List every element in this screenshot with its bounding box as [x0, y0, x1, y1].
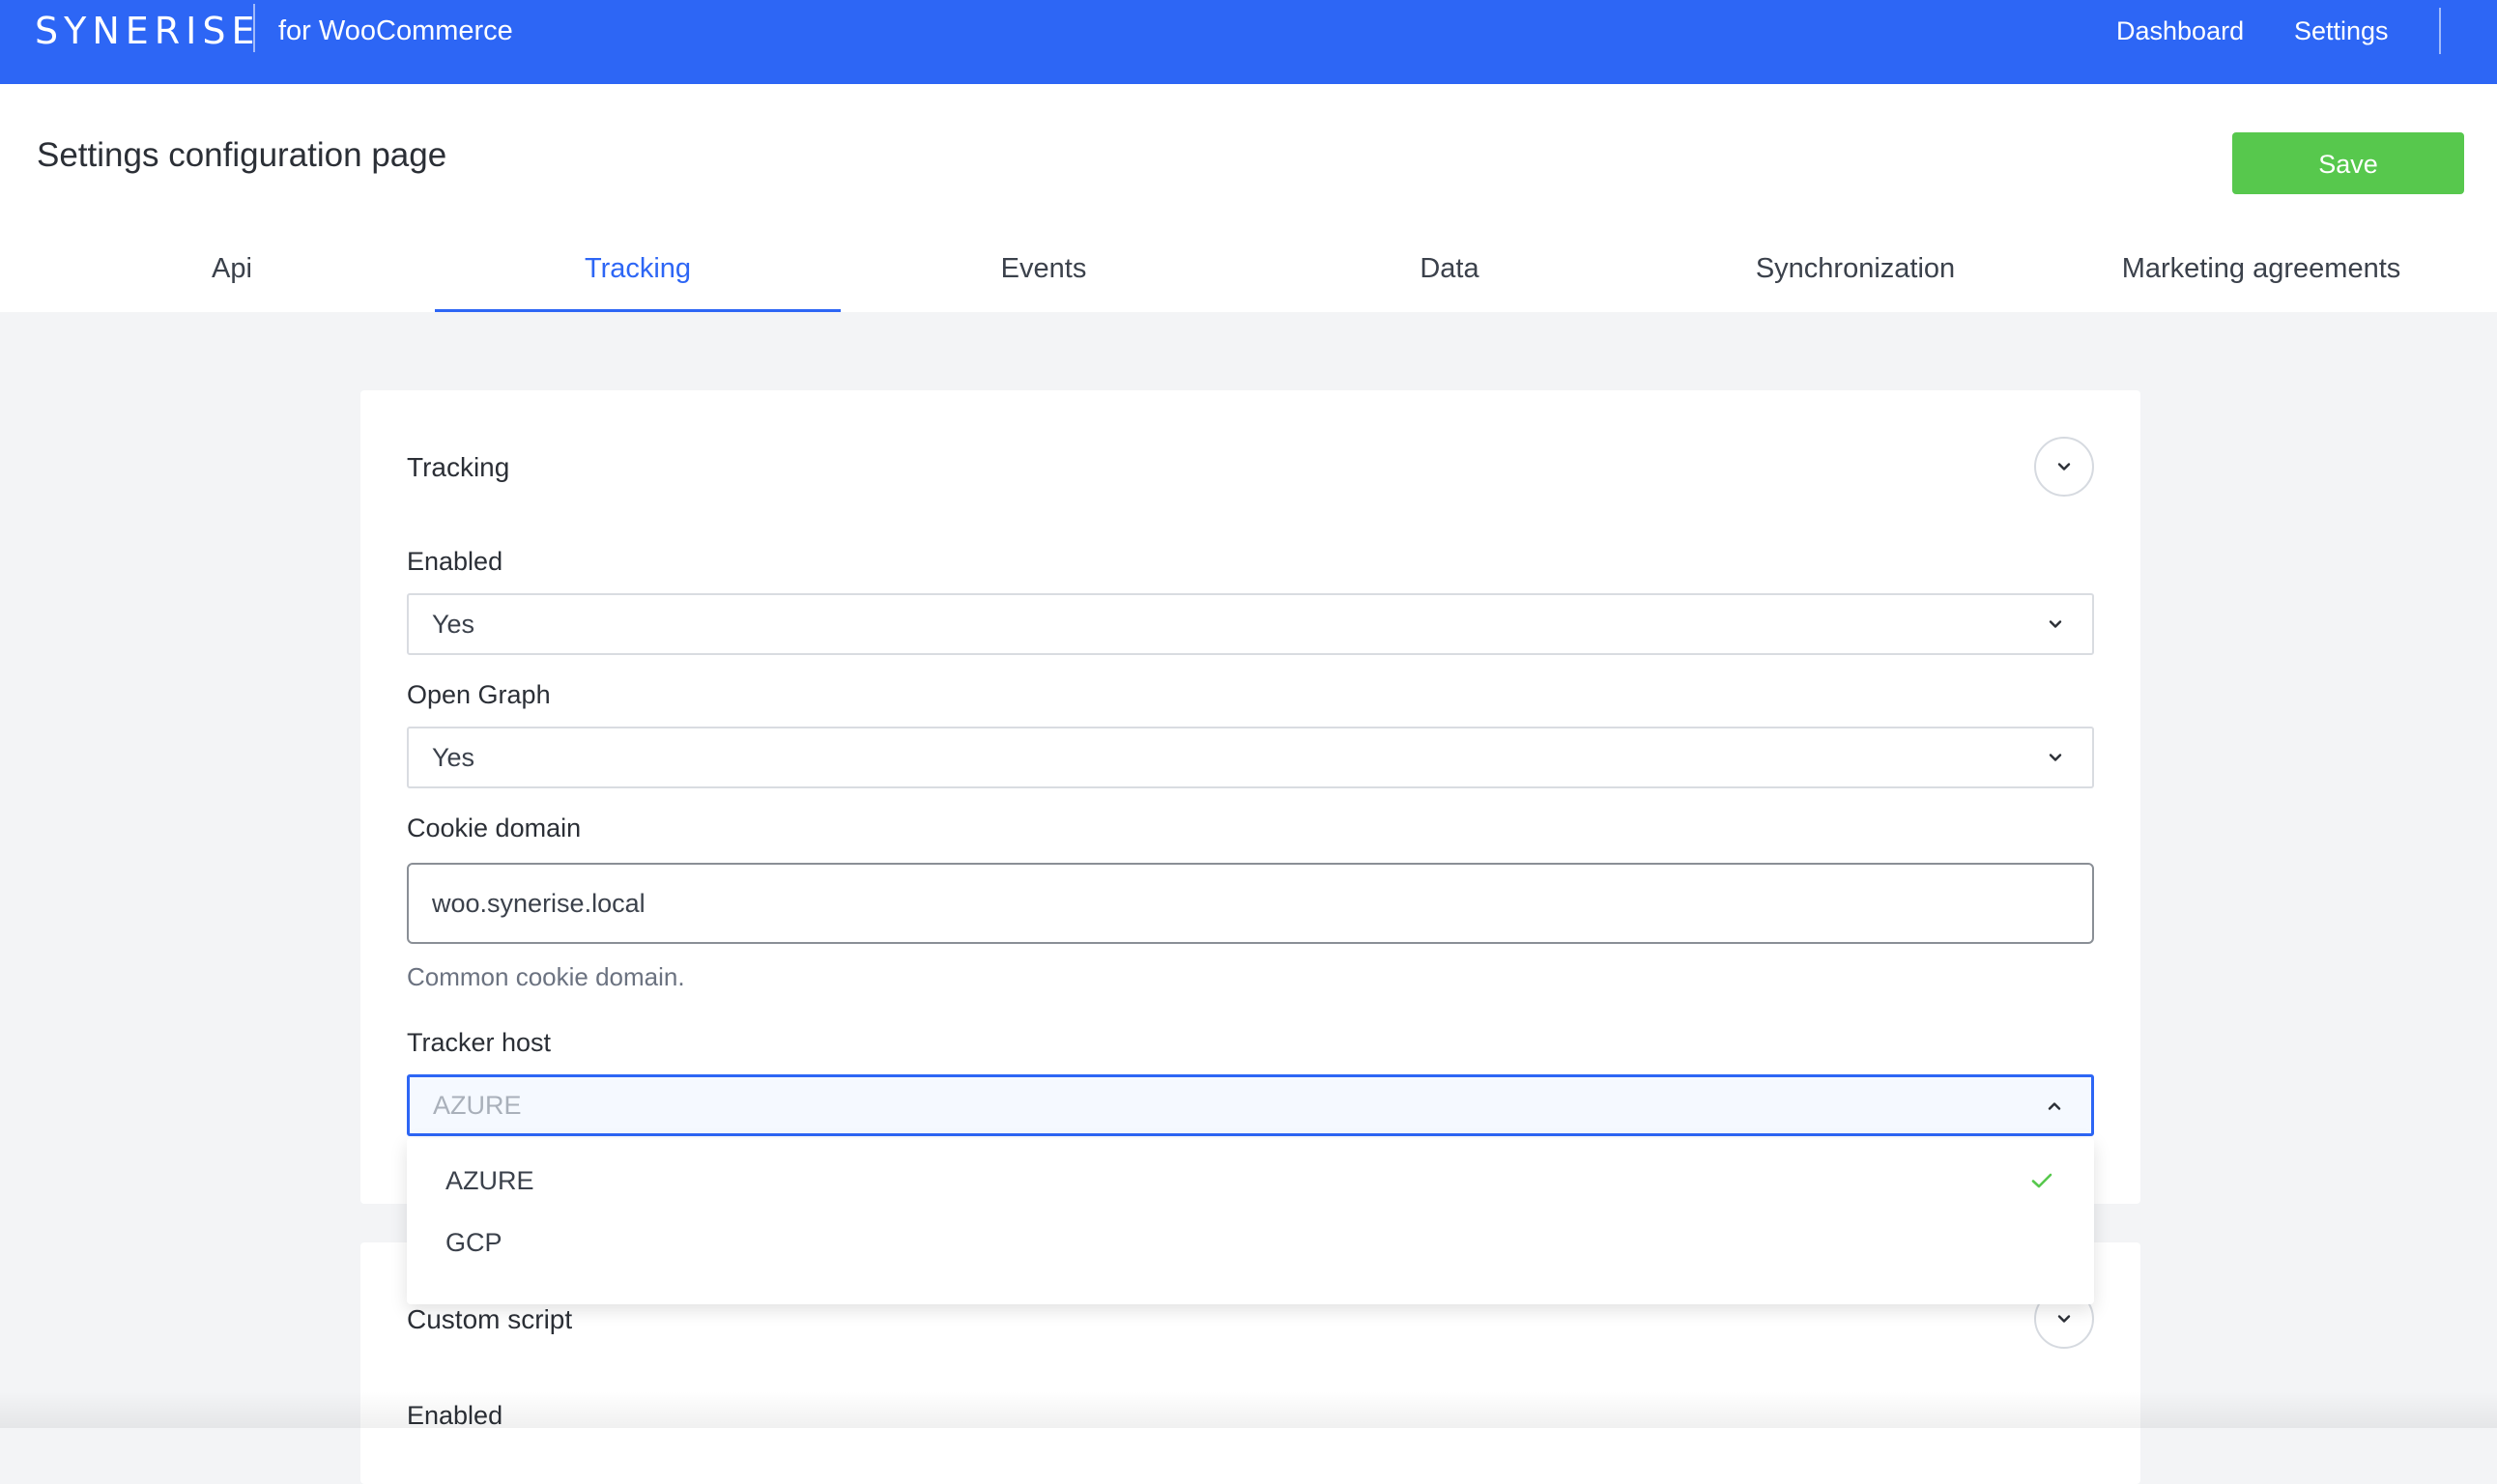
- cookie-domain-help: Common cookie domain.: [407, 962, 685, 991]
- enabled-select[interactable]: Yes: [407, 593, 2094, 655]
- tracking-section-title: Tracking: [407, 452, 510, 482]
- tracker-host-select[interactable]: AZURE: [407, 1074, 2094, 1136]
- tab-data[interactable]: Data: [1247, 229, 1652, 312]
- check-icon: [2028, 1167, 2055, 1194]
- settings-tabs: Api Tracking Events Data Synchronization…: [29, 229, 2464, 312]
- tab-marketing-agreements[interactable]: Marketing agreements: [2058, 229, 2464, 312]
- page-header: Settings configuration page Save Api Tra…: [0, 84, 2497, 312]
- tab-api[interactable]: Api: [29, 229, 435, 312]
- cookie-domain-input[interactable]: [407, 863, 2094, 944]
- tracker-host-label: Tracker host: [407, 1028, 552, 1057]
- enabled-select-value: Yes: [432, 610, 475, 639]
- chevron-down-icon: [2057, 463, 2071, 471]
- option-label: AZURE: [445, 1166, 534, 1195]
- logo-subtitle: for WooCommerce: [278, 15, 513, 46]
- enabled-label: Enabled: [407, 547, 503, 576]
- save-button[interactable]: Save: [2232, 132, 2464, 194]
- tracker-host-dropdown: AZURE GCP: [407, 1138, 2094, 1304]
- cookie-domain-label: Cookie domain: [407, 813, 582, 842]
- tab-events[interactable]: Events: [841, 229, 1247, 312]
- chevron-down-icon: [2040, 609, 2071, 640]
- chevron-down-icon: [2057, 1315, 2071, 1323]
- custom-script-enabled-label: Enabled: [407, 1401, 503, 1430]
- chevron-up-icon: [2039, 1091, 2070, 1122]
- nav-divider: [2439, 8, 2441, 54]
- tracking-card: Tracking Enabled Yes Open Graph Yes Cook…: [360, 390, 2140, 1204]
- tab-synchronization[interactable]: Synchronization: [1652, 229, 2058, 312]
- custom-script-section-title: Custom script: [407, 1304, 573, 1334]
- open-graph-select[interactable]: Yes: [407, 727, 2094, 788]
- page-title: Settings configuration page: [37, 136, 447, 174]
- tracker-host-select-value: AZURE: [433, 1091, 522, 1120]
- tracker-host-option-gcp[interactable]: GCP: [407, 1212, 2094, 1273]
- logo-divider: [253, 4, 255, 52]
- tracker-host-option-azure[interactable]: AZURE: [407, 1150, 2094, 1212]
- chevron-down-icon: [2040, 742, 2071, 773]
- tab-tracking[interactable]: Tracking: [435, 229, 841, 312]
- open-graph-label: Open Graph: [407, 680, 551, 709]
- synerise-logo[interactable]: synerise: [35, 8, 261, 54]
- open-graph-select-value: Yes: [432, 743, 475, 772]
- nav-settings-link[interactable]: Settings: [2294, 14, 2389, 48]
- option-label: GCP: [445, 1228, 502, 1257]
- tracking-collapse-button[interactable]: [2034, 437, 2094, 497]
- top-bar: synerise for WooCommerce Dashboard Setti…: [0, 0, 2497, 84]
- nav-dashboard-link[interactable]: Dashboard: [2116, 14, 2244, 48]
